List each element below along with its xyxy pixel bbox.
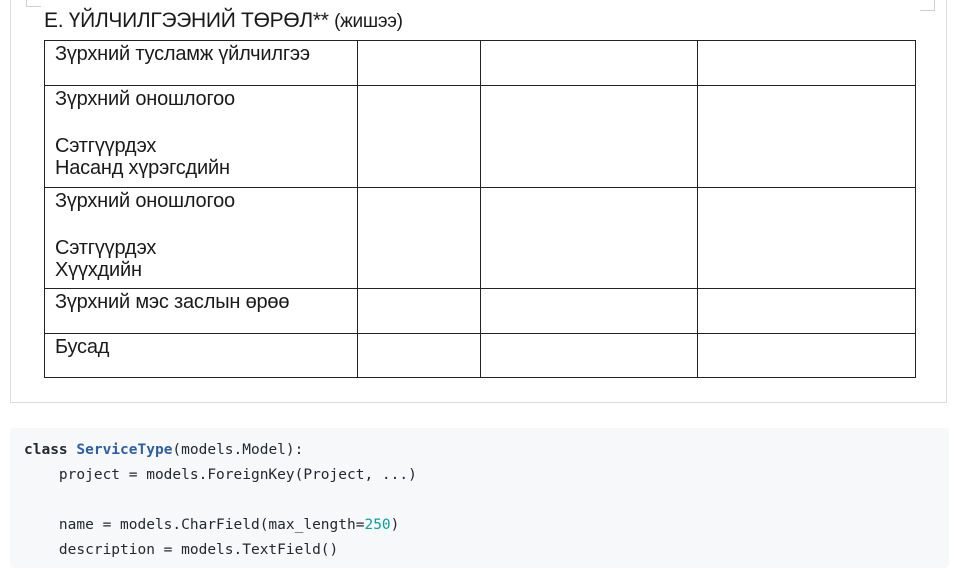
section-title-main: E. ҮЙЛЧИЛГЭЭНИЙ ТӨРӨЛ** — [44, 9, 329, 32]
table-cell — [480, 288, 698, 334]
row-label-cell: Зүрхний тусламж үйлчилгээ — [44, 40, 358, 86]
row-label: Бусад — [55, 336, 110, 358]
row-label-sub: Сэтгүүрдэх — [55, 237, 157, 259]
table-cell — [357, 288, 481, 334]
table-cell — [697, 333, 916, 378]
row-label: Зүрхний мэс заслын өрөө — [55, 291, 290, 313]
row-label-cell: Зүрхний оношлогоо Сэтгүүрдэх Насанд хүрэ… — [44, 85, 358, 188]
table-row: Зүрхний оношлогоо Сэтгүүрдэх Насанд хүрэ… — [44, 85, 916, 188]
section-title-note: (жишээ) — [334, 11, 403, 32]
row-label-cell: Зүрхний мэс заслын өрөө — [44, 288, 358, 334]
code-line: description = models.TextField() — [24, 542, 339, 558]
code-keyword: class — [24, 442, 68, 458]
code-line: class ServiceType(models.Model): — [24, 438, 949, 463]
table-cell — [480, 85, 698, 188]
table-cell — [697, 288, 916, 334]
table-cell — [697, 85, 916, 188]
table-cell — [357, 333, 481, 378]
code-text: name = models.CharField(max_length= — [24, 517, 365, 533]
table-row: Бусад — [44, 333, 916, 378]
table-row: Зүрхний мэс заслын өрөө — [44, 288, 916, 334]
table-cell — [357, 40, 481, 86]
code-line: name = models.CharField(max_length=250) — [24, 513, 949, 538]
row-label: Зүрхний оношлогоо — [55, 88, 235, 110]
table-cell — [357, 187, 481, 289]
code-text: (models.Model): — [172, 442, 304, 458]
table-cell — [480, 40, 698, 86]
row-label-sub: Хүүхдийн — [55, 259, 142, 281]
row-label: Зүрхний тусламж үйлчилгээ — [55, 43, 310, 65]
crop-mark-top-left — [26, 0, 41, 7]
table-cell — [480, 187, 698, 289]
row-label-cell: Бусад — [44, 333, 358, 378]
section-title: E. ҮЙЛЧИЛГЭЭНИЙ ТӨРӨЛ** (жишээ) — [44, 9, 403, 33]
table-cell — [697, 187, 916, 289]
row-label: Зүрхний оношлогоо — [55, 190, 235, 212]
row-label-sub: Сэтгүүрдэх — [55, 135, 157, 157]
code-line: project = models.ForeignKey(Project, ...… — [24, 467, 417, 483]
crop-mark-top-right — [920, 0, 935, 11]
code-text: ) — [390, 517, 400, 533]
table-cell — [697, 40, 916, 86]
table-row: Зүрхний оношлогоо Сэтгүүрдэх Хүүхдийн — [44, 187, 916, 289]
row-label-cell: Зүрхний оношлогоо Сэтгүүрдэх Хүүхдийн — [44, 187, 358, 289]
table-cell — [480, 333, 698, 378]
service-type-table: Зүрхний тусламж үйлчилгээ Зүрхний оношло… — [44, 40, 916, 378]
code-number: 250 — [364, 517, 391, 533]
table-cell — [357, 85, 481, 188]
code-class-name: ServiceType — [76, 442, 173, 458]
table-row: Зүрхний тусламж үйлчилгээ — [44, 40, 916, 86]
code-block: class ServiceType(models.Model): project… — [10, 428, 949, 568]
row-label-sub: Насанд хүрэгсдийн — [55, 157, 230, 179]
